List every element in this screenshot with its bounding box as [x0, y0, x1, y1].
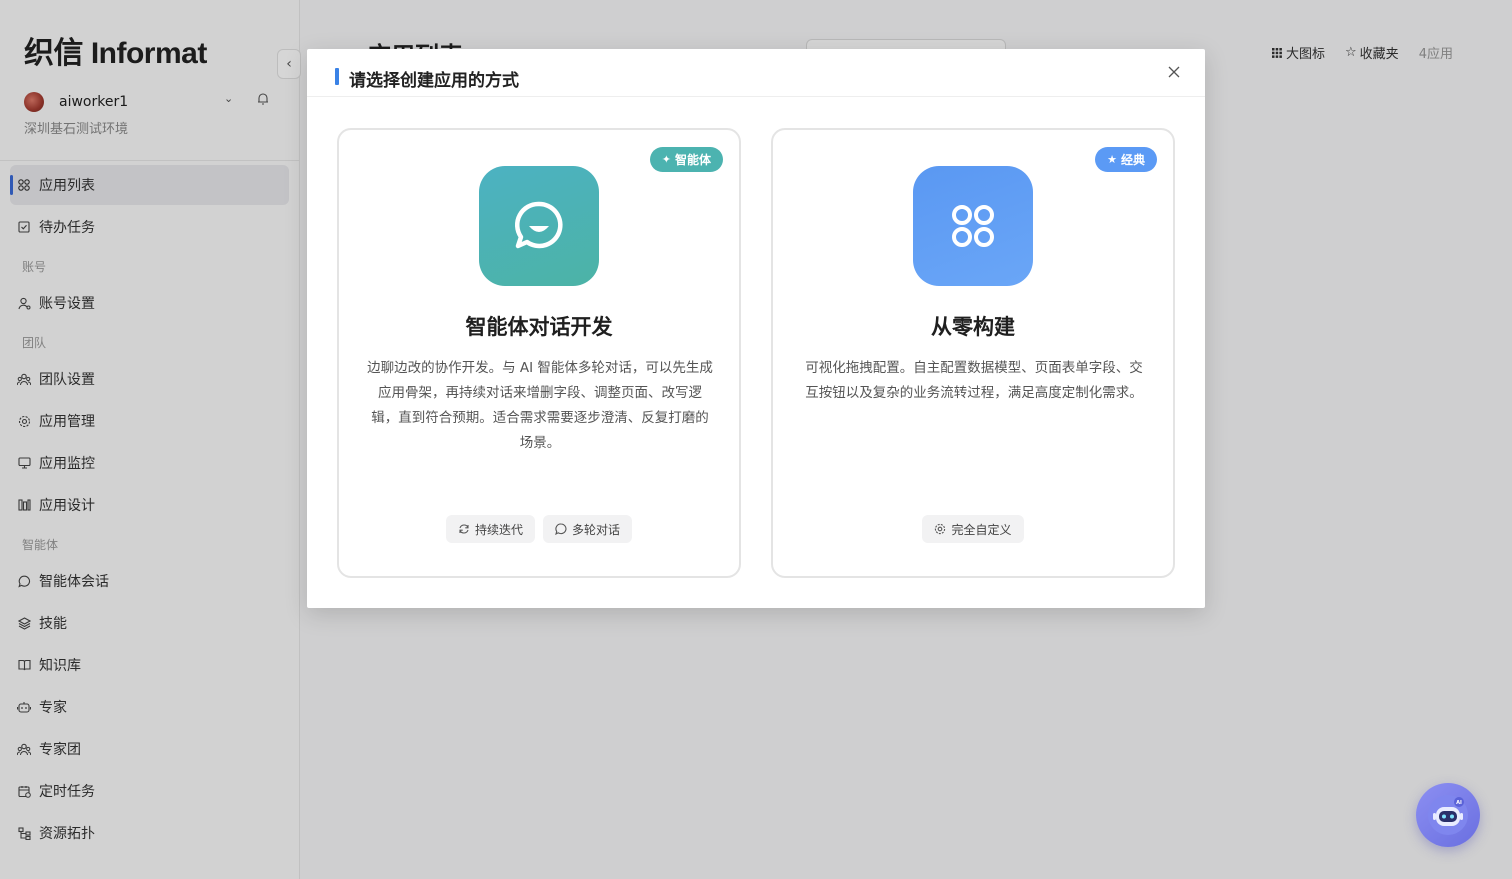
refresh-icon	[458, 523, 470, 535]
agent-badge: ✦ 智能体	[649, 147, 723, 172]
four-circles-icon	[952, 205, 994, 247]
tag-label: 持续迭代	[474, 522, 523, 537]
feature-tags: 持续迭代 多轮对话	[339, 515, 739, 543]
card-description: 可视化拖拽配置。自主配置数据模型、页面表单字段、交互按钮以及复杂的业务流转过程，…	[805, 360, 1143, 401]
close-button[interactable]	[1165, 63, 1183, 81]
card-description: 边聊边改的协作开发。与 AI 智能体多轮对话，可以先生成应用骨架，再持续对话来增…	[367, 360, 713, 451]
build-from-scratch-option-card[interactable]: ★ 经典 从零构建 可视化拖拽配置。自主配置数据模型、页面表单字段、交互按钮以及…	[771, 128, 1175, 578]
title-accent-bar	[335, 68, 339, 85]
dialog-header: 请选择创建应用的方式	[307, 49, 1205, 97]
badge-label: 经典	[1120, 153, 1145, 167]
tag-label: 完全自定义	[951, 522, 1012, 537]
card-title: 智能体对话开发	[465, 315, 613, 339]
star-icon: ★	[1107, 153, 1117, 166]
classic-badge: ★ 经典	[1095, 147, 1157, 172]
tag-label: 多轮对话	[572, 522, 621, 537]
agent-chat-app-icon	[479, 166, 599, 286]
chat-smile-icon	[515, 201, 563, 249]
sparkle-icon: ✦	[661, 153, 671, 166]
agent-dev-option-card[interactable]: ✦ 智能体 智能体对话开发 边聊边改的协作开发。与 AI 智能体多轮对话，可以先…	[337, 128, 741, 578]
ai-robot-icon: AI	[1428, 795, 1468, 835]
feature-tags: 完全自定义	[773, 515, 1173, 543]
chat-bubble-icon	[555, 523, 567, 535]
svg-text:AI: AI	[1456, 800, 1462, 806]
close-icon	[1168, 66, 1180, 78]
create-app-dialog: 请选择创建应用的方式 ✦ 智能体 智能体对话开发 边聊边改的协作开发。与 AI …	[307, 49, 1205, 608]
card-title: 从零构建	[931, 315, 1015, 339]
dialog-title: 请选择创建应用的方式	[349, 71, 519, 91]
tag-multi-turn-chat: 多轮对话	[543, 515, 633, 543]
tag-fully-custom: 完全自定义	[922, 515, 1024, 543]
badge-label: 智能体	[674, 153, 711, 167]
build-app-icon	[913, 166, 1033, 286]
ai-assistant-button[interactable]: AI	[1416, 783, 1480, 847]
gear-icon	[934, 523, 946, 535]
tag-continuous-iteration: 持续迭代	[445, 515, 535, 543]
